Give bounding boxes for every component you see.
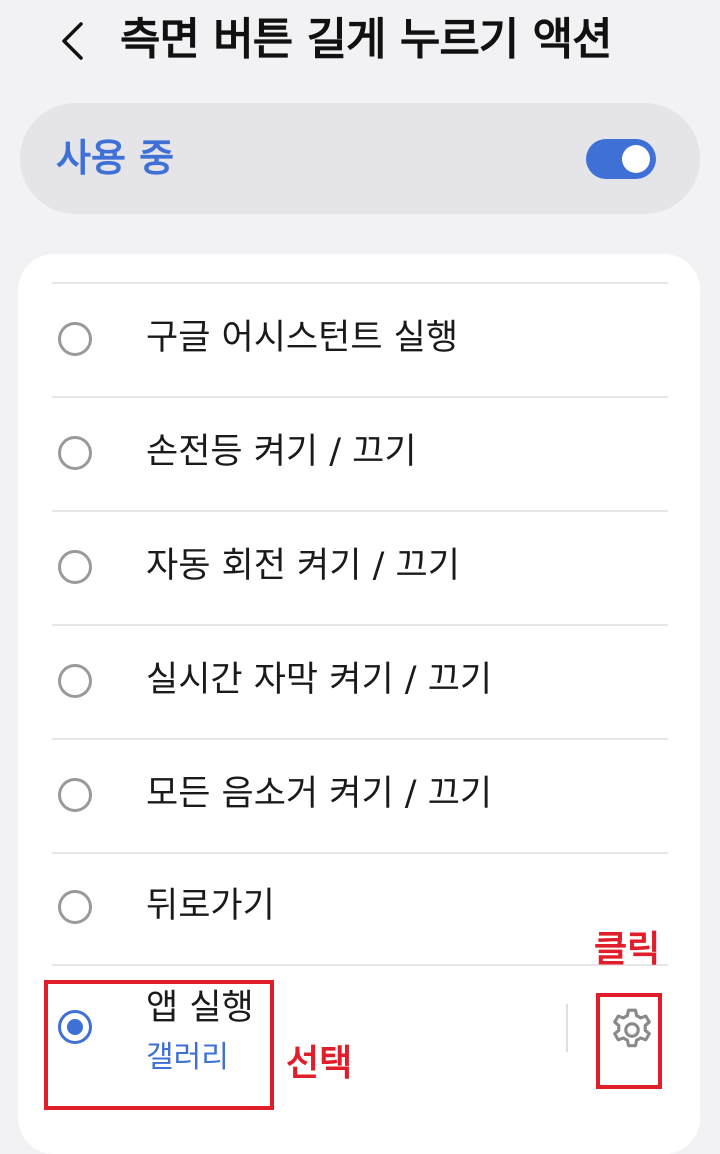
option-google-assistant[interactable]: 구글 어시스턴트 실행 — [18, 284, 700, 397]
option-live-caption[interactable]: 실시간 자막 켜기 / 끄기 — [18, 626, 700, 739]
page-title: 측면 버튼 길게 누르기 액션 — [120, 14, 613, 65]
option-label: 앱 실행 — [146, 988, 254, 1028]
option-open-app[interactable]: 앱 실행 갤러리 — [18, 966, 700, 1096]
back-button[interactable] — [50, 14, 94, 68]
radio-button[interactable] — [58, 664, 92, 698]
option-label: 실시간 자막 켜기 / 끄기 — [146, 660, 493, 700]
radio-button-selected[interactable] — [58, 1010, 92, 1044]
selected-app-name: 갤러리 — [146, 1040, 229, 1075]
annotation-select-label: 선택 — [286, 1043, 353, 1084]
chevron-left-icon — [62, 22, 83, 60]
master-toggle[interactable] — [586, 139, 656, 179]
master-switch-bar[interactable]: 사용 중 — [20, 103, 700, 214]
option-label: 손전등 켜기 / 끄기 — [146, 432, 417, 472]
vertical-separator — [566, 1004, 568, 1052]
option-label: 구글 어시스턴트 실행 — [146, 318, 459, 358]
radio-button[interactable] — [58, 322, 92, 356]
annotation-click-label: 클릭 — [594, 929, 661, 970]
option-mute-all[interactable]: 모든 음소거 켜기 / 끄기 — [18, 740, 700, 853]
radio-button[interactable] — [58, 890, 92, 924]
option-flashlight[interactable]: 손전등 켜기 / 끄기 — [18, 398, 700, 511]
radio-button[interactable] — [58, 778, 92, 812]
option-label: 자동 회전 켜기 / 끄기 — [146, 546, 460, 586]
option-label: 뒤로가기 — [146, 886, 275, 926]
option-label: 모든 음소거 켜기 / 끄기 — [146, 774, 493, 814]
option-auto-rotate[interactable]: 자동 회전 켜기 / 끄기 — [18, 512, 700, 625]
radio-button[interactable] — [58, 436, 92, 470]
toggle-knob — [622, 145, 650, 173]
app-settings-button[interactable] — [600, 998, 664, 1062]
gear-icon — [613, 1008, 651, 1048]
master-switch-label: 사용 중 — [56, 136, 175, 180]
radio-button[interactable] — [58, 550, 92, 584]
header: 측면 버튼 길게 누르기 액션 — [0, 0, 720, 90]
